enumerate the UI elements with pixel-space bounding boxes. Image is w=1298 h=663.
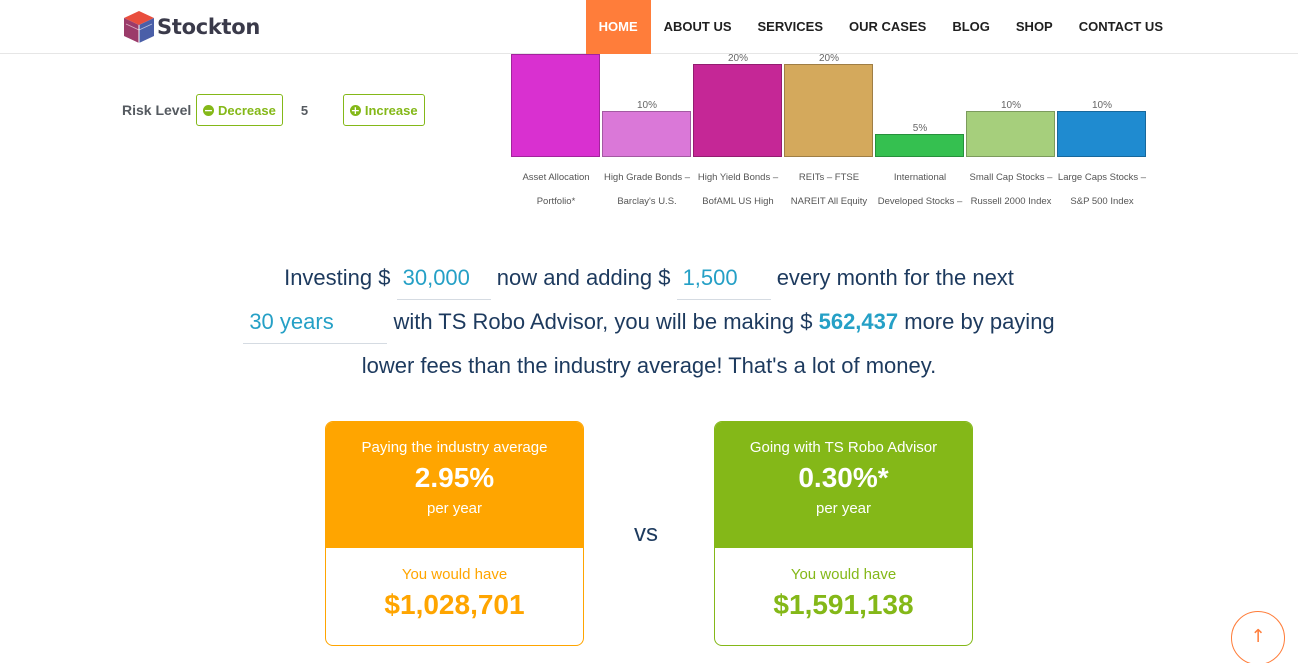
nav-shop[interactable]: SHOP — [1003, 0, 1066, 54]
category-label: Asset Allocation Portfolio* — [522, 172, 590, 207]
chart-bar[interactable] — [1057, 110, 1146, 157]
chart-bar[interactable] — [784, 64, 873, 157]
industry-result-value: $1,028,701 — [384, 589, 525, 620]
site-header: Stockton HOME ABOUT US SERVICES OUR CASE… — [0, 0, 1298, 54]
main-nav: HOME ABOUT US SERVICES OUR CASES BLOG SH… — [585, 0, 1176, 54]
text-more-by-paying: more by paying — [904, 309, 1055, 334]
nav-about-us[interactable]: ABOUT US — [651, 0, 745, 54]
back-to-top-button[interactable]: ↑ — [1231, 611, 1285, 663]
allocation-chart: Asset Allocation Portfolio* 10% High Grade … — [505, 40, 1155, 215]
cube-logo-icon — [122, 9, 156, 45]
bar-value-label: 20% — [818, 53, 839, 64]
text-with-advisor: with TS Robo Advisor, you will be making… — [393, 309, 813, 334]
industry-average-card: Paying the industry average 2.95% per ye… — [325, 421, 584, 646]
robo-fee-rate: 0.30%* — [798, 462, 889, 493]
category-label: Small Cap Stocks – Russell 2000 Index — [969, 172, 1053, 207]
robo-result-label: You would have — [790, 566, 897, 583]
chart-bar[interactable] — [511, 54, 600, 157]
category-label: REITs – FTSE NAREIT All Equity — [790, 172, 868, 207]
bar-value-label: 5% — [912, 122, 928, 134]
chart-bar[interactable] — [602, 110, 691, 157]
industry-result-label: You would have — [401, 566, 508, 583]
robo-card-title: Going with TS Robo Advisor — [749, 439, 938, 456]
bar-value-label: 10% — [1000, 99, 1021, 111]
text-lower-fees: lower fees than the industry average! Th… — [361, 353, 937, 378]
industry-fee-period: per year — [426, 500, 483, 517]
savings-calculator: Investing $ 30,000 now and adding $ 1,50… — [200, 256, 1098, 387]
robo-advisor-card: Going with TS Robo Advisor 0.30%* per ye… — [714, 421, 973, 646]
increase-label: Increase — [364, 102, 418, 118]
brand-logo[interactable]: Stockton — [122, 9, 260, 45]
decrease-button[interactable]: − Decrease — [196, 94, 283, 126]
risk-level-label: Risk Level — [122, 102, 192, 118]
plus-circle-icon: + — [349, 103, 361, 117]
nav-home[interactable]: HOME — [585, 0, 651, 54]
industry-fee-rate: 2.95% — [414, 462, 495, 493]
category-label: International Developed Stocks – — [877, 172, 963, 207]
years-select[interactable]: 30 years — [243, 300, 388, 344]
text-every-month: every month for the next — [776, 265, 1014, 290]
nav-blog[interactable]: BLOG — [939, 0, 1003, 54]
robo-result-value: $1,591,138 — [773, 589, 914, 620]
nav-contact-us[interactable]: CONTACT US — [1066, 0, 1176, 54]
initial-investment-input[interactable]: 30,000 — [396, 256, 491, 300]
risk-level-value: 5 — [300, 102, 309, 118]
nav-our-cases[interactable]: OUR CASES — [836, 0, 939, 54]
industry-card-title: Paying the industry average — [361, 439, 548, 456]
text-investing: Investing $ — [284, 265, 391, 290]
robo-fee-period: per year — [815, 500, 872, 517]
risk-level-control: Risk Level − Decrease 5 + Increase — [122, 94, 425, 126]
chart-bar[interactable] — [693, 64, 782, 157]
brand-name: Stockton — [157, 15, 261, 39]
minus-circle-icon: − — [203, 103, 214, 117]
category-label: Large Caps Stocks – S&P 500 Index — [1057, 172, 1147, 207]
decrease-label: Decrease — [218, 102, 276, 118]
monthly-contribution-input[interactable]: 1,500 — [676, 256, 771, 300]
vs-label: vs — [634, 520, 658, 547]
increase-button[interactable]: + Increase — [342, 94, 425, 126]
chart-bar[interactable] — [966, 110, 1055, 157]
bar-value-label: 10% — [1091, 99, 1112, 111]
chart-bar[interactable] — [875, 133, 964, 157]
arrow-up-icon: ↑ — [1250, 626, 1266, 647]
nav-services[interactable]: SERVICES — [745, 0, 837, 54]
bar-value-label: 20% — [727, 53, 748, 64]
category-label: High Grade Bonds – Barclay's U.S. — [603, 172, 691, 207]
bar-value-label: 10% — [636, 99, 657, 111]
savings-amount: 562,437 — [818, 309, 899, 334]
text-now-adding: now and adding $ — [496, 265, 671, 290]
category-label: High Yield Bonds – BofAML US High — [697, 172, 779, 207]
